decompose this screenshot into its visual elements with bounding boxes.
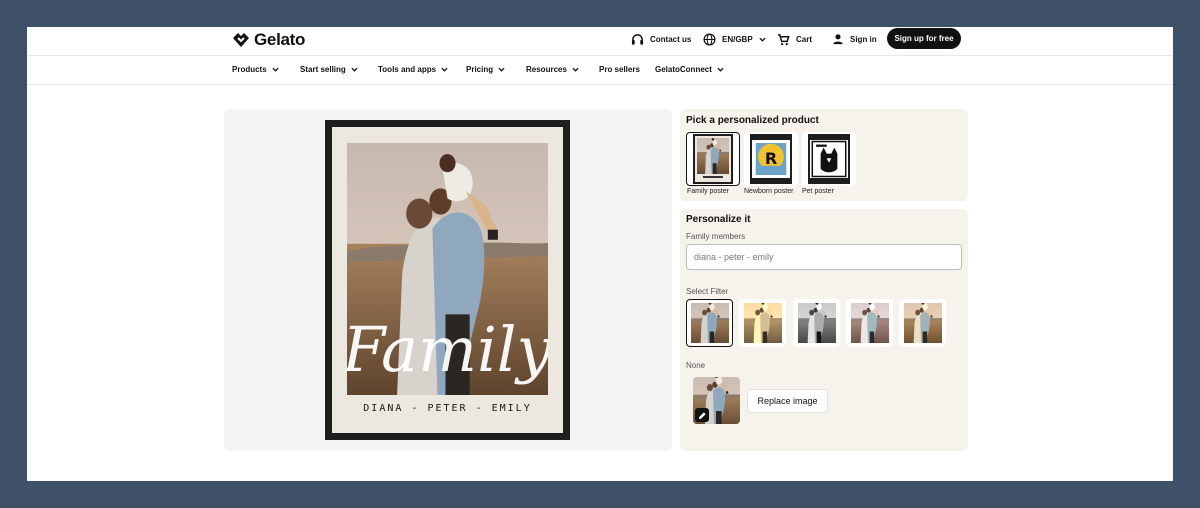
poster-script-text: Family bbox=[347, 313, 548, 386]
chevron-down-icon bbox=[498, 67, 505, 72]
browser-viewport: Gelato Contact us EN/GBP Cart Sign in Si… bbox=[27, 27, 1173, 481]
family-members-value: diana - peter - emily bbox=[694, 252, 774, 262]
family-members-input[interactable]: diana - peter - emily bbox=[686, 244, 962, 270]
contact-label: Contact us bbox=[650, 34, 692, 44]
nav-item-tools-and-apps[interactable]: Tools and apps bbox=[378, 65, 448, 74]
pencil-icon bbox=[698, 411, 706, 419]
nav-item-label: Start selling bbox=[300, 65, 346, 74]
selected-filter-name: None bbox=[686, 361, 706, 370]
globe-icon bbox=[703, 33, 716, 45]
nav-item-products[interactable]: Products bbox=[232, 65, 279, 74]
top-header: Gelato Contact us EN/GBP Cart Sign in Si… bbox=[27, 27, 1173, 56]
poster-names: DIANA - PETER - EMILY bbox=[363, 403, 532, 414]
product-option-newborn-poster[interactable]: R bbox=[744, 132, 798, 186]
family-poster-thumbnail bbox=[693, 134, 733, 184]
newborn-poster-thumbnail: R bbox=[750, 134, 792, 184]
nav-item-start-selling[interactable]: Start selling bbox=[300, 65, 358, 74]
newborn-initial: R bbox=[765, 149, 777, 168]
nav-item-label: Pricing bbox=[466, 65, 494, 74]
family-members-label: Family members bbox=[686, 232, 746, 241]
chevron-down-icon bbox=[717, 67, 724, 72]
chevron-down-icon bbox=[441, 67, 448, 72]
edit-pencil-icon[interactable] bbox=[695, 408, 709, 422]
poster-mat: Family DIANA - PETER - EMILY bbox=[332, 127, 563, 433]
gelato-logo[interactable]: Gelato bbox=[232, 29, 305, 51]
chevron-down-icon bbox=[272, 67, 279, 72]
filter-sepia-preview bbox=[743, 303, 782, 343]
replace-image-button[interactable]: Replace image bbox=[747, 389, 828, 413]
filter-cool-preview bbox=[850, 303, 889, 343]
poster-preview: Family DIANA - PETER - EMILY bbox=[224, 109, 672, 451]
poster-script-title: Family bbox=[347, 313, 548, 386]
main-nav: Products Start selling Tools and apps Pr… bbox=[27, 57, 1173, 85]
filter-sepia[interactable] bbox=[739, 299, 786, 347]
nav-item-label: Products bbox=[232, 65, 267, 74]
nav-item-label: GelatoConnect bbox=[655, 65, 712, 74]
gelato-logo-icon bbox=[233, 33, 249, 47]
contact-link[interactable]: Contact us bbox=[631, 27, 691, 51]
filter-black-and-white[interactable] bbox=[793, 299, 840, 347]
product-label-newborn: Newborn poster bbox=[744, 188, 794, 195]
user-icon bbox=[833, 34, 843, 45]
nav-item-resources[interactable]: Resources bbox=[526, 65, 579, 74]
product-option-family-poster[interactable] bbox=[686, 132, 740, 186]
chevron-down-icon bbox=[759, 37, 766, 42]
poster-frame: Family DIANA - PETER - EMILY bbox=[325, 120, 570, 440]
filter-warm[interactable] bbox=[899, 299, 946, 347]
product-label-family: Family poster bbox=[687, 188, 730, 195]
filter-bw-preview bbox=[797, 303, 836, 343]
nav-item-gelatoconnect[interactable]: GelatoConnect bbox=[655, 65, 724, 74]
product-picker-panel: Pick a personalized product Family poste… bbox=[680, 109, 968, 201]
cart-label: Cart bbox=[796, 34, 813, 44]
nav-item-label: Pro sellers bbox=[599, 65, 640, 74]
signin-label: Sign in bbox=[850, 34, 877, 44]
nav-item-label: Resources bbox=[526, 65, 567, 74]
cart-icon bbox=[777, 33, 790, 45]
product-picker-title: Pick a personalized product bbox=[686, 115, 819, 126]
personalize-panel: Personalize it Family members diana - pe… bbox=[680, 209, 968, 451]
filter-cool[interactable] bbox=[846, 299, 893, 347]
language-selector[interactable]: EN/GBP bbox=[703, 27, 766, 51]
headset-icon bbox=[631, 33, 644, 45]
poster-photo: Family bbox=[347, 143, 548, 395]
signin-link[interactable]: Sign in bbox=[832, 27, 877, 51]
pet-poster-thumbnail bbox=[808, 134, 850, 184]
personalize-title: Personalize it bbox=[686, 214, 751, 225]
language-label: EN/GBP bbox=[722, 34, 753, 44]
uploaded-image-thumbnail[interactable] bbox=[693, 377, 740, 424]
chevron-down-icon bbox=[351, 67, 358, 72]
product-option-pet-poster[interactable] bbox=[802, 132, 856, 186]
filter-original-preview bbox=[690, 303, 729, 343]
filter-label: Select Filter bbox=[686, 287, 729, 296]
product-label-pet: Pet poster bbox=[802, 188, 834, 195]
signup-button[interactable]: Sign up for free bbox=[887, 28, 961, 49]
nav-item-pricing[interactable]: Pricing bbox=[466, 65, 505, 74]
nav-item-label: Tools and apps bbox=[378, 65, 437, 74]
filter-warm-preview bbox=[903, 303, 942, 343]
brand-name: Gelato bbox=[254, 30, 306, 49]
nav-item-pro-sellers[interactable]: Pro sellers bbox=[599, 65, 640, 74]
chevron-down-icon bbox=[572, 67, 579, 72]
cart-link[interactable]: Cart bbox=[777, 27, 812, 51]
filter-original[interactable] bbox=[686, 299, 733, 347]
